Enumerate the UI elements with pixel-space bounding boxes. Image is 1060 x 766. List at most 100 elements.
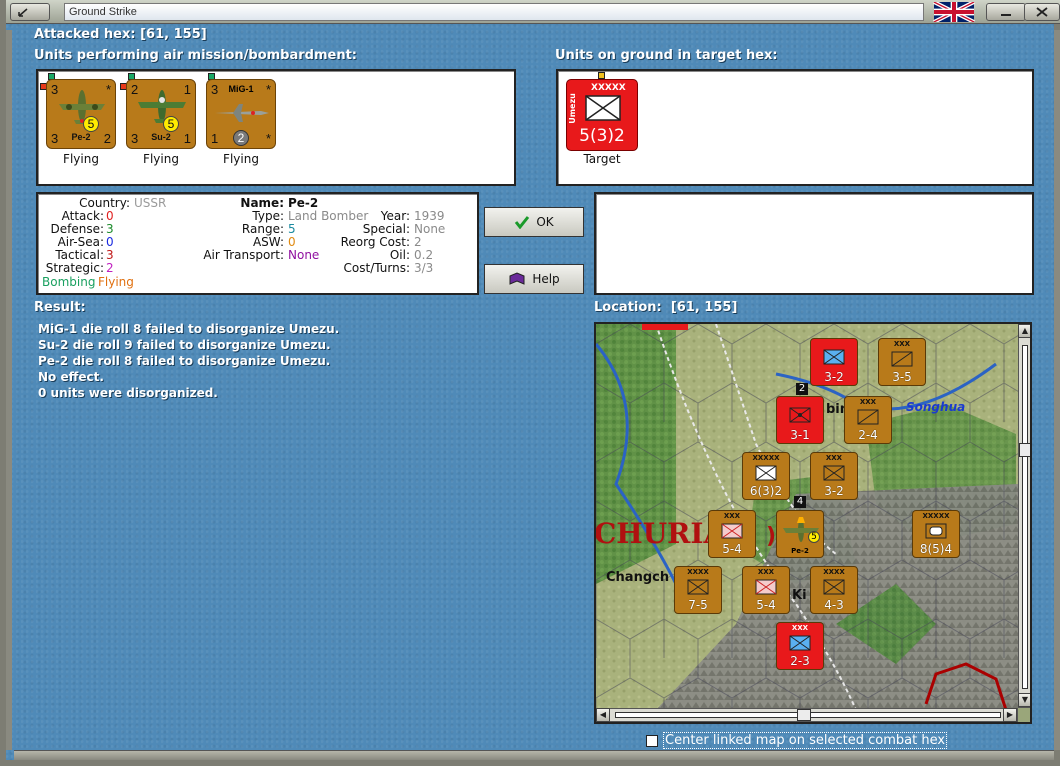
counter-value: 3 (51, 131, 59, 146)
ground-unit-counter-umezu[interactable]: XXXXX Umezu 5(3)2 (566, 79, 638, 151)
unit-size: XXXX (823, 568, 845, 576)
ground-strike-window: Ground Strike Attacked hex: [61, 155] Un… (0, 0, 1060, 766)
map-horizontal-scrollbar[interactable]: ◀ ▶ (596, 708, 1018, 722)
counter-name: MiG-1 (228, 84, 254, 94)
hex-map[interactable]: CHURIA ) Changch Songhua bin Ki 3-2 XXX … (594, 322, 1032, 724)
close-icon (1036, 7, 1048, 17)
map-unit-counter[interactable]: XXXXX 6(3)2 (742, 452, 790, 500)
region-name-fragment: ) (766, 524, 777, 549)
unit-strength: 7-5 (688, 598, 708, 612)
unit-symbol-icon (823, 465, 845, 481)
info-value: 3 (106, 222, 114, 236)
info-key: Cost/Turns: (343, 261, 410, 275)
unit-status-label: Flying (223, 152, 259, 166)
unit-symbol-icon (755, 465, 777, 481)
counter-badge: 5 (83, 116, 99, 132)
map-unit-counter[interactable]: XXX 5-4 (742, 566, 790, 614)
stack-count: 2 (796, 383, 808, 395)
checkmark-icon (515, 216, 530, 229)
info-value: 3 (106, 248, 114, 262)
unit-size: XXX (791, 624, 809, 632)
ok-button[interactable]: OK (484, 207, 584, 237)
restore-icon (18, 8, 28, 17)
air-unit-counter-pe2[interactable]: 3 * 5 Pe-2 3 2 (46, 79, 116, 149)
map-unit-counter[interactable]: XXXXX 8(5)4 (912, 510, 960, 558)
result-label: Result: (34, 300, 86, 315)
map-unit-counter[interactable]: XXX 5-4 (708, 510, 756, 558)
unit-size: XXX (859, 398, 877, 406)
minimize-button[interactable] (986, 3, 1026, 21)
unit-status-label: Flying (63, 152, 99, 166)
location-label: Location: [61, 155] (594, 300, 738, 315)
city-name-changch: Changch (606, 570, 670, 585)
unit-symbol-icon (823, 579, 845, 595)
bomber-plane-icon (59, 90, 105, 124)
counter-value: 1 (183, 131, 191, 146)
unit-symbol-icon (857, 409, 879, 425)
info-key: Air-Sea: (57, 235, 104, 249)
info-key: Attack: (61, 209, 104, 223)
unit-symbol-icon (755, 579, 777, 595)
result-line: No effect. (38, 370, 104, 384)
center-map-checkbox[interactable] (646, 734, 658, 747)
map-unit-counter[interactable]: XXX 2-3 (776, 622, 824, 670)
map-unit-counter[interactable]: XXX 2-4 (844, 396, 892, 444)
uk-flag-icon (933, 2, 975, 22)
info-key: Tactical: (55, 248, 104, 262)
info-value: None (288, 248, 320, 262)
unit-size: XXX (893, 340, 911, 348)
stack-count: 4 (794, 496, 806, 508)
unit-symbol-icon (687, 579, 709, 595)
info-key: Air Transport: (203, 248, 284, 262)
map-unit-counter-plane[interactable]: 5 Pe-2 (776, 510, 824, 558)
info-value: USSR (134, 196, 167, 210)
center-map-checkbox-row[interactable]: Center linked map on selected combat hex (646, 732, 948, 749)
info-value: 0.2 (414, 248, 434, 262)
unit-status-dot (598, 72, 605, 79)
scroll-left-arrow[interactable]: ◀ (596, 708, 610, 722)
minimize-icon (1001, 14, 1011, 16)
info-key: Strategic: (45, 261, 104, 275)
counter-value: * (265, 82, 271, 97)
map-unit-counter[interactable]: 3-2 (810, 338, 858, 386)
unit-status-label: Flying (143, 152, 179, 166)
unit-symbol-icon (721, 523, 743, 539)
window-title: Ground Strike (64, 3, 924, 21)
scroll-thumb[interactable] (1019, 443, 1030, 457)
help-button[interactable]: Help (484, 264, 584, 294)
unit-size: XXX (757, 568, 775, 576)
counter-value: 1 (211, 131, 219, 146)
map-unit-counter[interactable]: XXX 3-5 (878, 338, 926, 386)
scroll-thumb[interactable] (797, 709, 811, 721)
unit-strength: 3-2 (824, 370, 844, 384)
info-key: Oil: (389, 248, 410, 262)
unit-strength: 3-5 (892, 370, 912, 384)
info-key: Type: (252, 209, 284, 223)
system-menu-button[interactable] (10, 3, 50, 21)
mission-bombing: Bombing (42, 275, 96, 289)
air-unit-counter-su2[interactable]: 2 1 5 Su-2 3 1 (126, 79, 196, 149)
air-units-label: Units performing air mission/bombardment… (34, 48, 358, 63)
info-value: 3/3 (414, 261, 434, 275)
unit-strength: 5-4 (756, 598, 776, 612)
info-key: Year: (380, 209, 410, 223)
result-line: 0 units were disorganized. (38, 386, 218, 400)
help-label: Help (532, 272, 560, 286)
scroll-down-arrow[interactable]: ▼ (1018, 693, 1030, 707)
mission-flying: Flying (98, 275, 134, 289)
scroll-up-arrow[interactable]: ▲ (1018, 324, 1030, 338)
air-unit-counter-mig1[interactable]: 3 MiG-1 * 2 1 * (206, 79, 276, 149)
window-left-edge (6, 30, 12, 750)
map-unit-counter[interactable]: 3-1 (776, 396, 824, 444)
map-unit-counter[interactable]: XXXX 7-5 (674, 566, 722, 614)
info-key: Country: (79, 196, 130, 210)
info-key: Name: (240, 196, 284, 210)
map-unit-counter[interactable]: XXXX 4-3 (810, 566, 858, 614)
map-unit-counter[interactable]: XXX 3-2 (810, 452, 858, 500)
info-key: Reorg Cost: (340, 235, 410, 249)
result-line: Pe-2 die roll 8 failed to disorganize Um… (38, 354, 331, 368)
map-vertical-scrollbar[interactable]: ▲ ▼ (1018, 324, 1030, 708)
scroll-right-arrow[interactable]: ▶ (1003, 708, 1017, 722)
close-button[interactable] (1024, 3, 1060, 21)
result-line: Su-2 die roll 9 failed to disorganize Um… (38, 338, 331, 352)
